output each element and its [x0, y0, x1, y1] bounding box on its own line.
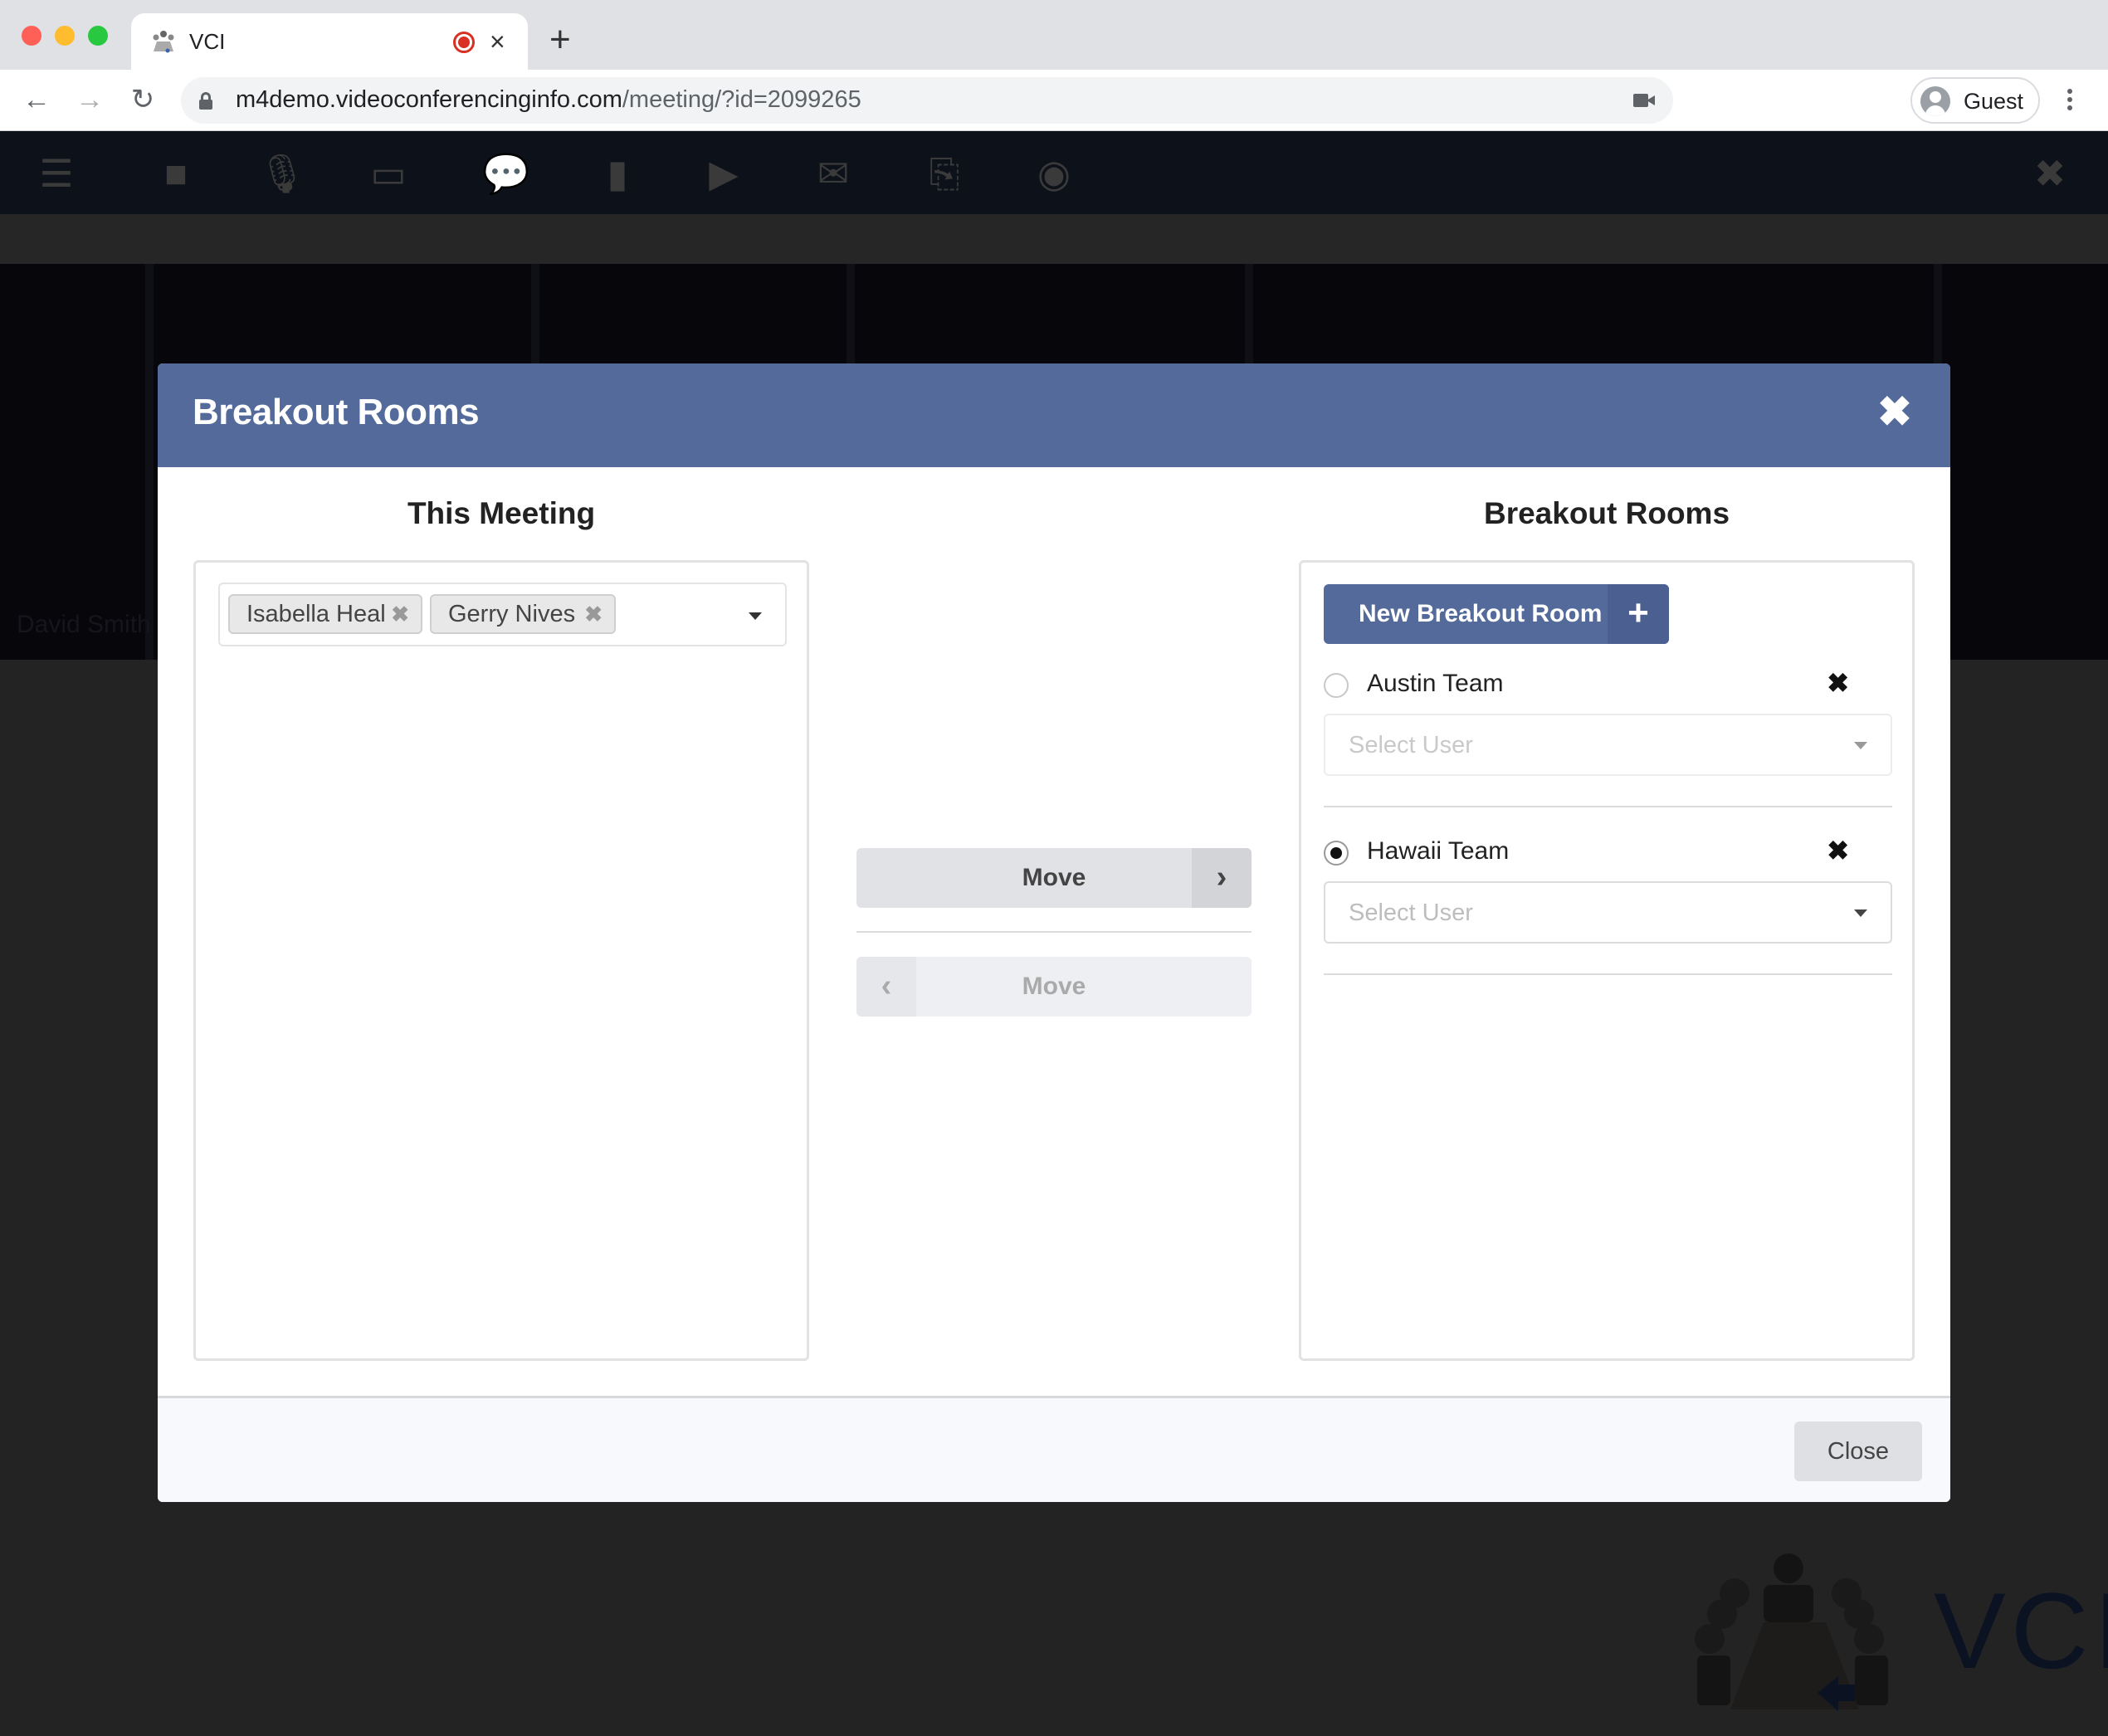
window-minimize-button[interactable] [55, 26, 75, 46]
user-chip-label: Gerry Nives [448, 601, 576, 627]
exit-door-icon[interactable]: ⎘ [920, 151, 969, 196]
room-radio[interactable] [1324, 841, 1349, 866]
room-name: Austin Team [1367, 670, 1504, 697]
menu-icon[interactable]: ☰ [32, 151, 81, 196]
url-text[interactable]: m4demo.videoconferencinginfo.com/meeting… [236, 86, 861, 114]
meeting-users-multiselect[interactable]: Isabella Heal ✖ Gerry Nives ✖ [218, 583, 787, 646]
meeting-subbar [0, 214, 2108, 264]
divider [856, 931, 1252, 933]
browser-tab[interactable]: VCI × [131, 13, 528, 70]
delete-room-icon[interactable]: ✖ [1827, 834, 1849, 867]
leave-close-icon[interactable]: ✖ [2025, 151, 2075, 196]
chevron-down-icon[interactable] [749, 612, 762, 620]
document-icon[interactable]: ▮ [593, 151, 642, 196]
vci-favicon-icon [153, 31, 174, 53]
tab-title: VCI [189, 29, 226, 54]
remove-user-icon[interactable]: ✖ [391, 596, 409, 632]
user-chip-label: Isabella Heal [246, 601, 386, 627]
this-meeting-heading: This Meeting [407, 496, 596, 530]
browser-toolbar: ← → ↻ m4demo.videoconferencinginfo.com/m… [0, 70, 2108, 131]
profile-button[interactable]: Guest [1910, 77, 2040, 124]
close-button[interactable]: Close [1794, 1421, 1922, 1481]
user-chip[interactable]: Isabella Heal ✖ [228, 594, 422, 634]
modal-title: Breakout Rooms [193, 392, 480, 432]
participant-name-label: David Smith [17, 611, 151, 638]
room-user-select[interactable]: Select User [1324, 881, 1892, 944]
new-tab-button[interactable]: + [549, 22, 571, 58]
url-host: m4demo.videoconferencinginfo.com [236, 86, 622, 113]
chevron-right-icon: › [1192, 848, 1252, 908]
vci-logo-text: VCI [1934, 1570, 2108, 1691]
window-maximize-button[interactable] [88, 26, 108, 46]
modal-footer: Close [158, 1396, 1950, 1502]
record-icon[interactable]: ◉ [1029, 151, 1079, 196]
new-breakout-room-button[interactable]: New Breakout Room + [1324, 584, 1669, 644]
camera-in-use-icon[interactable] [1633, 92, 1655, 109]
room-user-select[interactable]: Select User [1324, 714, 1892, 776]
move-to-meeting-button[interactable]: Move ‹ [856, 957, 1252, 1017]
plus-icon: + [1608, 584, 1669, 644]
chat-icon[interactable]: 💬 [481, 151, 531, 196]
window-close-button[interactable] [22, 26, 41, 46]
breakout-rooms-modal: Breakout Rooms ✖ This Meeting Breakout R… [158, 363, 1950, 1502]
vci-logo: VCI [1685, 1535, 2108, 1726]
profile-name: Guest [1964, 89, 2024, 114]
browser-tab-bar: VCI × + [0, 0, 2108, 70]
this-meeting-panel: Isabella Heal ✖ Gerry Nives ✖ [193, 560, 809, 1361]
address-bar[interactable]: m4demo.videoconferencinginfo.com/meeting… [181, 77, 1673, 124]
user-chip[interactable]: Gerry Nives ✖ [430, 594, 616, 634]
chevron-left-icon: ‹ [856, 957, 916, 1017]
room-name: Hawaii Team [1367, 837, 1510, 865]
screen-share-icon[interactable]: ▭ [364, 151, 413, 196]
microphone-muted-icon[interactable]: 🎙 [257, 151, 307, 196]
lock-icon [199, 92, 212, 110]
chevron-down-icon [1854, 742, 1867, 749]
remove-user-icon[interactable]: ✖ [584, 596, 603, 632]
reload-button[interactable]: ↻ [126, 83, 159, 116]
room-radio[interactable] [1324, 673, 1349, 698]
url-path: /meeting/?id=2099265 [622, 86, 861, 113]
forward-button[interactable]: → [73, 83, 106, 116]
select-user-placeholder: Select User [1349, 732, 1473, 758]
move-to-room-button[interactable]: Move › [856, 848, 1252, 908]
modal-header: Breakout Rooms ✖ [158, 363, 1950, 467]
meeting-toolbar: ☰ ■ 🎙 ▭ 💬 ▮ ▶ ✉ ⎘ ◉ ✖ [0, 131, 2108, 214]
media-play-icon[interactable]: ▶ [699, 151, 749, 196]
delete-room-icon[interactable]: ✖ [1827, 666, 1849, 700]
envelope-icon[interactable]: ✉ [808, 151, 858, 196]
tab-close-button[interactable]: × [490, 25, 505, 58]
divider [1324, 973, 1892, 975]
profile-avatar-icon [1920, 86, 1950, 116]
video-camera-icon[interactable]: ■ [151, 151, 201, 196]
new-breakout-room-label: New Breakout Room [1359, 600, 1603, 627]
breakout-rooms-panel: New Breakout Room + Austin Team ✖ Select… [1299, 560, 1915, 1361]
modal-close-icon[interactable]: ✖ [1874, 388, 1915, 435]
breakout-rooms-heading: Breakout Rooms [1483, 496, 1730, 530]
select-user-placeholder: Select User [1349, 900, 1473, 926]
back-button[interactable]: ← [20, 83, 53, 116]
conference-table-logo-icon [1695, 1553, 1888, 1711]
browser-menu-icon[interactable] [2062, 86, 2078, 116]
divider [1324, 806, 1892, 807]
chevron-down-icon [1854, 909, 1867, 917]
recording-indicator-icon [453, 32, 475, 53]
